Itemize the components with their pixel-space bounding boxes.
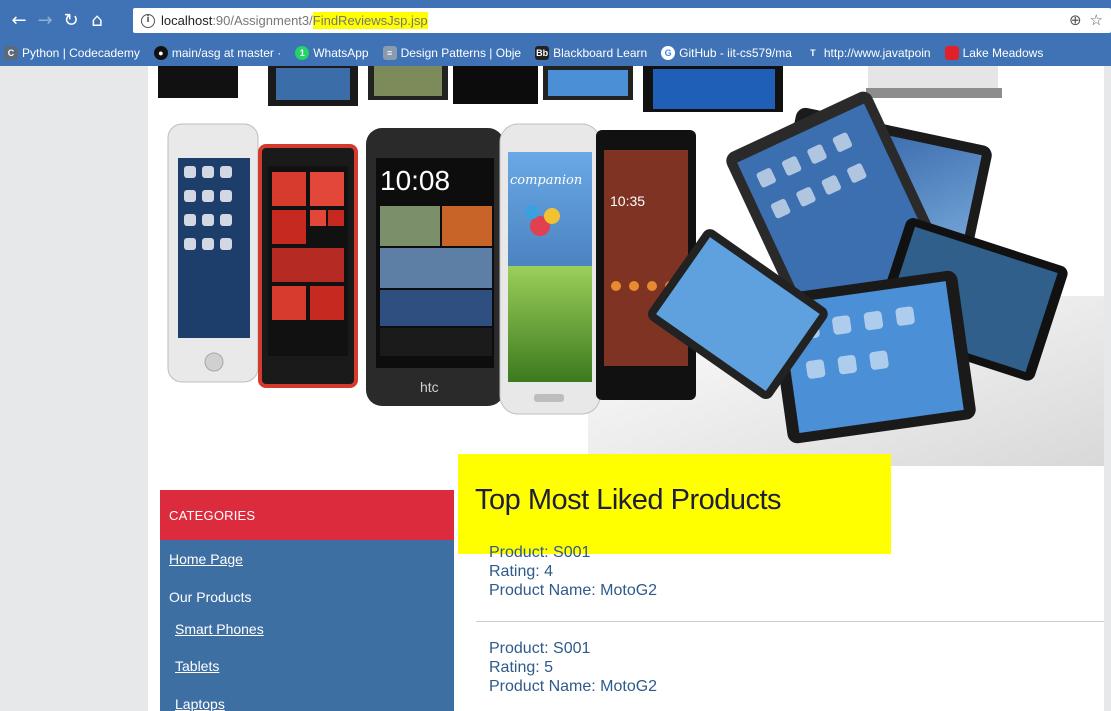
bookmark-item[interactable]: 1 WhatsApp: [295, 46, 369, 60]
review-product: Product: S001: [489, 640, 591, 657]
bookmark-item[interactable]: ≡ Design Patterns | Obje: [382, 46, 521, 60]
sidebar-link-laptops[interactable]: Laptops: [175, 696, 225, 711]
address-bar[interactable]: i localhost:90/Assignment3/FindReviewsJs…: [133, 8, 1111, 33]
reload-icon[interactable]: ↻: [60, 9, 82, 31]
javatpoint-icon: T: [810, 48, 816, 58]
devices-banner-image: 10:08 htc companion 10:35: [148, 66, 1104, 466]
url-path: :90/Assignment3/: [212, 13, 313, 28]
github-icon: ●: [153, 46, 168, 60]
page-title: Top Most Liked Products: [475, 484, 782, 516]
sidebar-our-products: Our Products: [169, 589, 252, 605]
bookmark-item[interactable]: Thttp://www.javatpoin: [806, 46, 930, 60]
google-icon: G: [661, 46, 676, 60]
bookmark-item[interactable]: Lake Meadows: [944, 46, 1043, 60]
categories-heading: CATEGORIES: [160, 490, 454, 540]
bookmark-red-icon: [944, 46, 959, 60]
url-host: localhost: [161, 13, 213, 28]
back-icon[interactable]: ←: [8, 9, 30, 31]
blackboard-icon: Bb: [535, 46, 550, 60]
review-product: Product: S001: [489, 544, 591, 561]
whatsapp-icon: 1: [295, 46, 310, 60]
sidebar-link-tablets[interactable]: Tablets: [175, 658, 219, 674]
bookmark-item[interactable]: Bb Blackboard Learn: [535, 46, 647, 60]
codecademy-icon: C: [4, 46, 18, 60]
review-product-name: Product Name: MotoG2: [489, 678, 658, 695]
bookmark-item[interactable]: G GitHub - iit-cs579/ma: [661, 46, 792, 60]
url-highlight: FindReviewsJsp.jsp: [312, 12, 428, 29]
home-icon[interactable]: ⌂: [86, 9, 108, 31]
review-rating: Rating: 5: [489, 659, 554, 676]
zoom-icon[interactable]: ⊕: [1069, 11, 1082, 29]
bookmark-item[interactable]: ● main/asg at master ·: [153, 46, 281, 60]
site-info-icon[interactable]: i: [141, 13, 155, 28]
bookmark-star-icon[interactable]: ☆: [1090, 11, 1103, 29]
phone-brand-text: htc: [420, 379, 439, 395]
review-rating: Rating: 4: [489, 563, 554, 580]
review-item: Product: S001 Rating: 4 Product Name: Mo…: [489, 543, 657, 600]
page-right-margin: [1104, 66, 1111, 711]
review-item: Product: S001 Rating: 5 Product Name: Mo…: [489, 639, 657, 696]
forward-icon[interactable]: →: [34, 9, 56, 31]
bookmark-item[interactable]: C Python | Codecademy: [4, 46, 140, 60]
phone-clock-text: 10:08: [380, 165, 450, 196]
page-left-margin: [0, 66, 148, 711]
page-viewport: 10:08 htc companion 10:35 CATEGORIES Hom…: [0, 66, 1111, 711]
sidebar-link-home[interactable]: Home Page: [169, 551, 243, 567]
review-divider: [476, 621, 1104, 622]
galaxy-screen-text: companion: [510, 173, 582, 188]
doc-icon: ≡: [382, 46, 397, 60]
review-product-name: Product Name: MotoG2: [489, 582, 658, 599]
browser-toolbar: ← → ↻ ⌂ i localhost:90/Assignment3/FindR…: [0, 0, 1111, 40]
bookmarks-bar: C Python | Codecademy ● main/asg at master…: [0, 40, 1111, 66]
categories-sidebar: CATEGORIES Home Page Our Products Smart …: [160, 490, 454, 711]
sony-clock-text: 10:35: [610, 193, 645, 209]
sidebar-link-smart-phones[interactable]: Smart Phones: [175, 621, 264, 637]
